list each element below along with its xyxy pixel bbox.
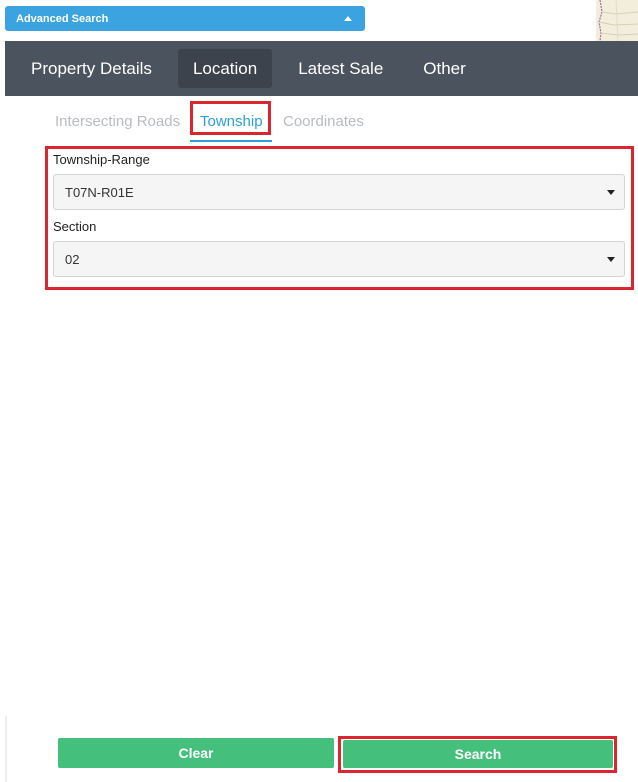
subtab-coordinates[interactable]: Coordinates bbox=[283, 102, 364, 140]
active-subtab-underline bbox=[190, 140, 272, 142]
township-range-select[interactable]: T07N-R01E bbox=[53, 174, 625, 210]
map-preview bbox=[596, 0, 638, 41]
panel-edge bbox=[5, 716, 7, 782]
main-tab-bar: Property Details Location Latest Sale Ot… bbox=[5, 41, 638, 96]
advanced-search-label: Advanced Search bbox=[16, 12, 109, 25]
tab-latest-sale[interactable]: Latest Sale bbox=[284, 49, 397, 88]
township-range-value: T07N-R01E bbox=[65, 184, 134, 200]
subtab-township[interactable]: Township bbox=[200, 102, 263, 140]
tab-other[interactable]: Other bbox=[409, 49, 480, 88]
township-range-label: Township-Range bbox=[53, 152, 150, 167]
advanced-search-toggle[interactable]: Advanced Search bbox=[5, 6, 365, 31]
section-label: Section bbox=[53, 219, 97, 234]
tab-location[interactable]: Location bbox=[177, 49, 273, 88]
search-button[interactable]: Search bbox=[343, 740, 613, 768]
section-value: 02 bbox=[65, 251, 80, 267]
tab-property-details[interactable]: Property Details bbox=[17, 49, 166, 88]
clear-button[interactable]: Clear bbox=[58, 738, 334, 768]
section-select[interactable]: 02 bbox=[53, 241, 625, 277]
subtab-intersecting-roads[interactable]: Intersecting Roads bbox=[55, 102, 180, 140]
caret-up-icon bbox=[344, 16, 352, 21]
chevron-down-icon bbox=[607, 257, 615, 262]
chevron-down-icon bbox=[607, 190, 615, 195]
